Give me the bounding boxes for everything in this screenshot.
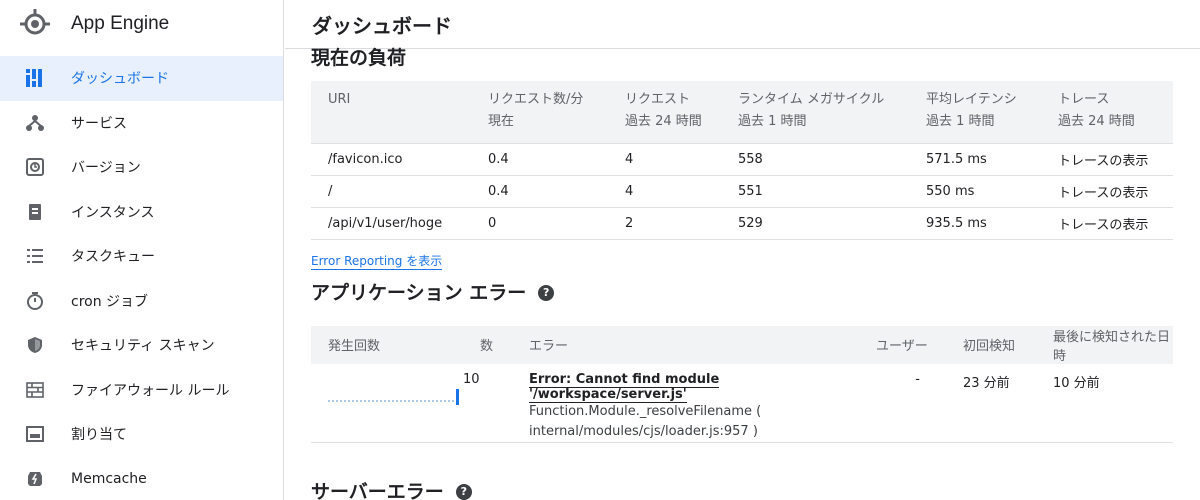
shield-icon: [25, 335, 45, 355]
column-header-error[interactable]: エラー: [512, 326, 859, 364]
sidebar-item-label: ダッシュボード: [71, 71, 169, 88]
column-header-users[interactable]: ユーザー: [859, 326, 946, 364]
sidebar-item-label: Memcache: [71, 470, 147, 487]
sidebar-item-dashboard[interactable]: ダッシュボード: [0, 56, 283, 101]
column-header-avg-latency[interactable]: 平均レイテンシ 過去 1 時間: [909, 81, 1041, 143]
cell-uri: /api/v1/user/hoge: [311, 206, 471, 240]
cell-avg-latency: 935.5 ms: [909, 206, 1041, 240]
view-trace-link[interactable]: トレースの表示: [1041, 206, 1173, 240]
column-header-requests-per-min[interactable]: リクエスト数/分 現在: [471, 81, 608, 143]
cell-avg-latency: 571.5 ms: [909, 142, 1041, 175]
app-title: App Engine: [71, 13, 170, 34]
sidebar-item-label: バージョン: [71, 160, 141, 177]
dashboard-content: 現在の負荷 URI リクエスト数/分 現在 リクエスト 過去 24 時間 ランタイム…: [285, 49, 1200, 500]
error-detail-line1: Function.Module._resolveFilename (: [529, 403, 762, 419]
column-header-first-seen[interactable]: 初回検知: [946, 326, 1036, 364]
cell-last-seen: 10 分前: [1036, 363, 1173, 443]
error-detail-line2: internal/modules/cjs/loader.js:957 ): [529, 423, 758, 439]
task-queue-icon: [25, 246, 45, 266]
view-trace-link[interactable]: トレースの表示: [1041, 174, 1173, 207]
server-errors-title-text: サーバーエラー: [311, 480, 444, 500]
page-title: ダッシュボード: [312, 13, 452, 38]
app-errors-title: アプリケーション エラー?: [311, 281, 1200, 306]
column-header-requests[interactable]: リクエスト 過去 24 時間: [608, 81, 721, 143]
sidebar-item-label: タスクキュー: [71, 249, 155, 266]
table-header-row: 発生回数 数 エラー ユーザー 初回検知 最後に検知された日時: [311, 325, 1173, 364]
sidebar-item-label: 割り当て: [71, 427, 127, 444]
server-errors-title: サーバーエラー?: [311, 480, 1200, 500]
sidebar: App Engine ダッシュボード サービス バージョン インスタンス タスク…: [0, 0, 284, 500]
column-header-occurrences[interactable]: 発生回数: [311, 326, 463, 364]
cell-requests-per-min: 0.4: [471, 142, 608, 175]
sidebar-item-label: cron ジョブ: [71, 293, 149, 310]
sidebar-item-label: セキュリティ スキャン: [71, 338, 215, 355]
sidebar-nav: ダッシュボード サービス バージョン インスタンス タスクキュー cron ジョ…: [0, 56, 283, 500]
cell-requests-per-min: 0.4: [471, 174, 608, 207]
cell-error: Error: Cannot find module '/workspace/se…: [512, 363, 859, 443]
instances-icon: [25, 202, 45, 222]
occurrence-sparkline: [311, 363, 463, 443]
cell-uri: /: [311, 174, 471, 207]
table-row: /favicon.ico 0.4 4 558 571.5 ms トレースの表示: [311, 142, 1173, 175]
sidebar-item-versions[interactable]: バージョン: [0, 145, 283, 190]
sidebar-item-cron-jobs[interactable]: cron ジョブ: [0, 279, 283, 324]
sidebar-item-security-scan[interactable]: セキュリティ スキャン: [0, 323, 283, 368]
firewall-icon: [25, 380, 45, 400]
view-trace-link[interactable]: トレースの表示: [1041, 142, 1173, 175]
versions-icon: [25, 157, 45, 177]
cell-requests-per-min: 0: [471, 206, 608, 240]
sidebar-item-instances[interactable]: インスタンス: [0, 190, 283, 235]
error-message-link[interactable]: Error: Cannot find module '/workspace/se…: [529, 371, 720, 403]
cell-avg-latency: 550 ms: [909, 174, 1041, 207]
table-row: /api/v1/user/hoge 0 2 529 935.5 ms トレースの…: [311, 206, 1173, 240]
help-icon[interactable]: ?: [538, 285, 555, 301]
sidebar-item-quotas[interactable]: 割り当て: [0, 412, 283, 457]
cell-runtime-mcycles: 558: [721, 142, 909, 175]
top-bar: ダッシュボード: [285, 0, 1200, 49]
sidebar-item-memcache[interactable]: Memcache: [0, 457, 283, 500]
sidebar-item-services[interactable]: サービス: [0, 101, 283, 146]
column-header-last-seen[interactable]: 最後に検知された日時: [1036, 326, 1173, 364]
quota-icon: [25, 424, 45, 444]
cell-uri: /favicon.ico: [311, 142, 471, 175]
timer-icon: [25, 291, 45, 311]
cell-requests: 2: [608, 206, 721, 240]
app-errors-title-text: アプリケーション エラー: [311, 281, 527, 304]
error-reporting-link[interactable]: Error Reporting を表示: [311, 252, 443, 270]
memcache-icon: [25, 469, 45, 489]
cell-runtime-mcycles: 529: [721, 206, 909, 240]
app-errors-table: 発生回数 数 エラー ユーザー 初回検知 最後に検知された日時 10 Error…: [311, 325, 1173, 443]
dashboard-icon: [25, 68, 45, 88]
sidebar-item-task-queue[interactable]: タスクキュー: [0, 234, 283, 279]
cell-count: 10: [463, 363, 512, 443]
sidebar-item-label: サービス: [71, 115, 127, 132]
current-load-table: URI リクエスト数/分 現在 リクエスト 過去 24 時間 ランタイム メガサイク…: [311, 81, 1173, 240]
cell-runtime-mcycles: 551: [721, 174, 909, 207]
column-header-count[interactable]: 数: [463, 326, 512, 364]
help-icon[interactable]: ?: [455, 484, 472, 500]
sidebar-item-label: ファイアウォール ルール: [71, 382, 230, 399]
services-icon: [25, 113, 45, 133]
table-header-row: URI リクエスト数/分 現在 リクエスト 過去 24 時間 ランタイム メガサイク…: [311, 81, 1173, 143]
app-engine-logo-icon: [18, 7, 52, 41]
cell-requests: 4: [608, 142, 721, 175]
sidebar-item-label: インスタンス: [71, 204, 155, 221]
main-content: ダッシュボード 現在の負荷 URI リクエスト数/分 現在 リクエスト 過去 24 …: [285, 0, 1200, 500]
brand-header: App Engine: [0, 0, 283, 48]
cell-first-seen: 23 分前: [946, 363, 1036, 443]
column-header-uri[interactable]: URI: [311, 81, 471, 143]
cell-requests: 4: [608, 174, 721, 207]
current-load-title: 現在の負荷: [311, 47, 407, 69]
column-header-trace[interactable]: トレース 過去 24 時間: [1041, 81, 1173, 143]
sidebar-item-firewall-rules[interactable]: ファイアウォール ルール: [0, 368, 283, 413]
column-header-runtime-mcycles[interactable]: ランタイム メガサイクル 過去 1 時間: [721, 81, 909, 143]
table-row: / 0.4 4 551 550 ms トレースの表示: [311, 174, 1173, 207]
cell-users: -: [859, 363, 946, 443]
table-row[interactable]: 10 Error: Cannot find module '/workspace…: [311, 363, 1173, 443]
